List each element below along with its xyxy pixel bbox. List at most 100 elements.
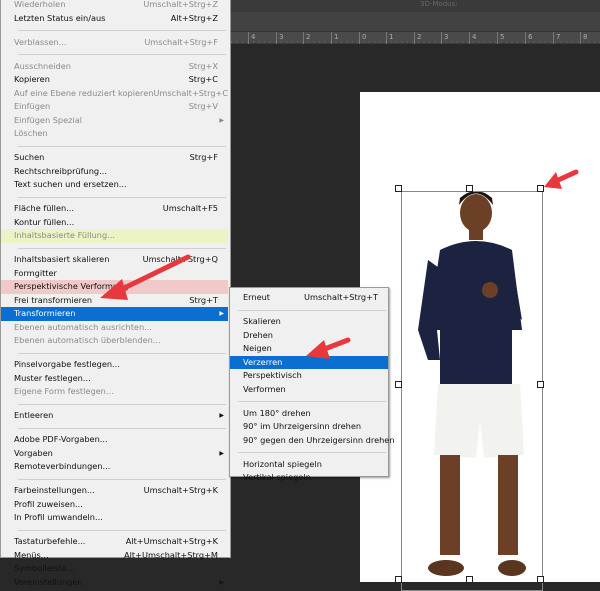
transform-bounding-box[interactable] [401,191,543,591]
menu-item-label: Ebenen automatisch ausrichten... [14,321,152,332]
menu-item-90-im-uhrzeigersinn-drehen[interactable]: 90° im Uhrzeigersinn drehen [230,420,388,434]
menu-separator [6,348,228,359]
menu-item-shortcut: Umschalt+F5 [162,203,218,213]
menu-separator [6,525,228,536]
menu-item-label: Text suchen und ersetzen... [14,179,127,189]
menu-item-wiederholen: Wiederholen Umschalt+Strg+Z [1,0,228,12]
menu-item-farbeinstellungen[interactable]: Farbeinstellungen... Umschalt+Strg+K [1,484,228,498]
menu-item-label: Löschen [14,128,48,138]
menu-item-horizontal-spiegeln[interactable]: Horizontal spiegeln [230,458,388,472]
menu-separator [230,305,388,316]
menu-item-shortcut: Strg+V [188,101,218,111]
menu-item-löschen: Löschen [1,127,228,141]
menu-item-adobe-pdf-vorgaben[interactable]: Adobe PDF-Vorgaben... [1,433,228,447]
transform-handle-top-right[interactable] [537,185,544,192]
menu-item-label: Kopieren [14,74,50,84]
menu-item-label: Adobe PDF-Vorgaben... [14,434,108,444]
menu-item-perspektivisch[interactable]: Perspektivisch [230,369,388,383]
menu-item-label: Neigen [243,343,272,353]
menu-item-label: Profil zuweisen... [14,498,83,509]
menu-item-verformen[interactable]: Verformen [230,383,388,397]
menu-item-label: 90° im Uhrzeigersinn drehen [243,421,362,431]
menu-item-label: Suchen [14,152,45,162]
menu-item-pinselvorgabe-festlegen[interactable]: Pinselvorgabe festlegen... [1,358,228,372]
submenu-arrow-icon: ▶ [219,412,224,419]
menu-item-voreinstellungen[interactable]: Voreinstellungen ▶ [1,576,228,590]
menu-item-text-suchen-und-ersetzen[interactable]: Text suchen und ersetzen... [1,178,228,192]
menu-item-ausschneiden: Ausschneiden Strg+X [1,60,228,74]
menu-item-kopieren[interactable]: Kopieren Strg+C [1,73,228,87]
menu-item-label: Voreinstellungen [14,576,83,587]
menu-item-drehen[interactable]: Drehen [230,329,388,343]
menu-item-formgitter[interactable]: Formgitter [1,267,228,281]
menu-separator [6,49,228,60]
menu-separator [6,243,228,254]
menu-item-symbolleiste[interactable]: Symbolleiste... [1,562,228,576]
menu-item-label: Kontur füllen... [14,216,75,227]
menu-item-label: Einfügen Spezial [14,114,83,125]
menu-item-label: Skalieren [243,316,281,326]
menu-item-fläche-füllen[interactable]: Fläche füllen... Umschalt+F5 [1,202,228,216]
menu-item-label: Symbolleiste... [14,563,75,573]
menu-item-label: Perspektivisch [243,370,302,380]
transform-handle-top-left[interactable] [395,185,402,192]
menu-item-profil-zuweisen[interactable]: Profil zuweisen... [1,498,228,512]
menu-item-ebenen-automatisch-ausrichten: Ebenen automatisch ausrichten... [1,321,228,335]
menu-item-kontur-füllen[interactable]: Kontur füllen... [1,216,228,230]
menu-item-label: Ebenen automatisch überblenden... [14,335,161,345]
menu-item-shortcut: Umschalt+Strg+Q [142,254,218,264]
transform-handle-middle-left[interactable] [395,381,402,388]
menu-item-skalieren[interactable]: Skalieren [230,315,388,329]
menu-separator [6,192,228,203]
menu-item-label: Inhaltsbasiert skalieren [14,254,110,264]
edit-menu: Wiederholen Umschalt+Strg+Z Letzten Status… [0,0,231,587]
menu-item-tastaturbefehle[interactable]: Tastaturbefehle... Alt+Umschalt+Strg+K [1,535,228,549]
transform-handle-top-center[interactable] [466,185,473,192]
menu-item-inhaltsbasiert-skalieren[interactable]: Inhaltsbasiert skalieren Umschalt+Strg+Q [1,253,228,267]
menu-item-label: Muster festlegen... [14,372,91,383]
menu-item-label: Letzten Status ein/aus [14,12,106,23]
menu-separator [6,423,228,434]
menu-item-shortcut: Strg+C [188,74,218,84]
menu-item-label: Drehen [243,329,273,340]
menu-item-menüs[interactable]: Menüs... Alt+Umschalt+Strg+M [1,549,228,563]
menu-item-label: Eigene Form festlegen... [14,386,114,396]
menu-item-shortcut: Strg+T [189,294,218,305]
menu-item-shortcut: Alt+Umschalt+Strg+M [124,549,218,560]
menu-item-perspektivische-verformung[interactable]: Perspektivische Verformung [1,280,228,294]
menu-item-label: Um 180° drehen [243,407,311,418]
submenu-arrow-icon: ▶ [219,116,224,124]
transform-submenu: Erneut Umschalt+Strg+T Skalieren Drehen Neig… [229,287,395,482]
transform-handle-middle-right[interactable] [537,381,544,388]
menu-item-frei-transformieren[interactable]: Frei transformieren Strg+T [1,294,228,308]
menu-item-remoteverbindungen[interactable]: Remoteverbindungen... [1,460,228,474]
menu-item-90-gegen-den-uhrzeigersinn-drehen[interactable]: 90° gegen den Uhrzeigersinn drehen [230,434,395,448]
submenu-arrow-icon: ▶ [219,310,224,317]
menu-item-rechtschreibprüfung[interactable]: Rechtschreibprüfung... [1,165,228,179]
menu-item-verzerren[interactable]: Verzerren [230,355,388,369]
menu-item-auf-eine-ebene-reduziert-kopieren: Auf eine Ebene reduziert kopieren Umschal… [1,87,228,101]
menu-item-vorgaben[interactable]: Vorgaben ▶ [1,447,228,461]
menu-item-um-180-drehen[interactable]: Um 180° drehen [230,407,388,421]
menu-item-shortcut: Umschalt+Strg+T [304,292,378,302]
menu-item-inhaltsbasierte-füllung: Inhaltsbasierte Füllung... [1,229,228,243]
menu-item-shortcut: Alt+Strg+Z [170,12,218,23]
menu-item-shortcut: Umschalt+Strg+C [153,87,229,98]
menu-item-label: Vertikal spiegeln [243,472,311,482]
menu-item-label: Perspektivische Verformung [14,281,129,291]
menu-item-suchen[interactable]: Suchen Strg+F [1,151,228,165]
menu-item-vertikal-spiegeln[interactable]: Vertikal spiegeln [230,471,388,485]
menu-item-einfügen: Einfügen Strg+V [1,100,228,114]
menu-item-label: 90° gegen den Uhrzeigersinn drehen [243,434,395,445]
menu-item-muster-festlegen[interactable]: Muster festlegen... [1,372,228,386]
menu-item-label: Formgitter [14,267,57,278]
menu-item-neigen[interactable]: Neigen [230,342,388,356]
menu-item-verblassen: Verblassen... Umschalt+Strg+F [1,36,228,50]
menu-item-transformieren[interactable]: Transformieren ▶ [1,307,228,321]
menu-separator [6,25,228,36]
menu-item-entleeren[interactable]: Entleeren ▶ [1,409,228,423]
menu-item-label: Rechtschreibprüfung... [14,165,107,176]
menu-item-in-profil-umwandeln[interactable]: In Profil umwandeln... [1,511,228,525]
menu-item-letzten-status-ein-aus[interactable]: Letzten Status ein/aus Alt+Strg+Z [1,12,228,26]
menu-item-erneut[interactable]: Erneut Umschalt+Strg+T [230,291,388,305]
